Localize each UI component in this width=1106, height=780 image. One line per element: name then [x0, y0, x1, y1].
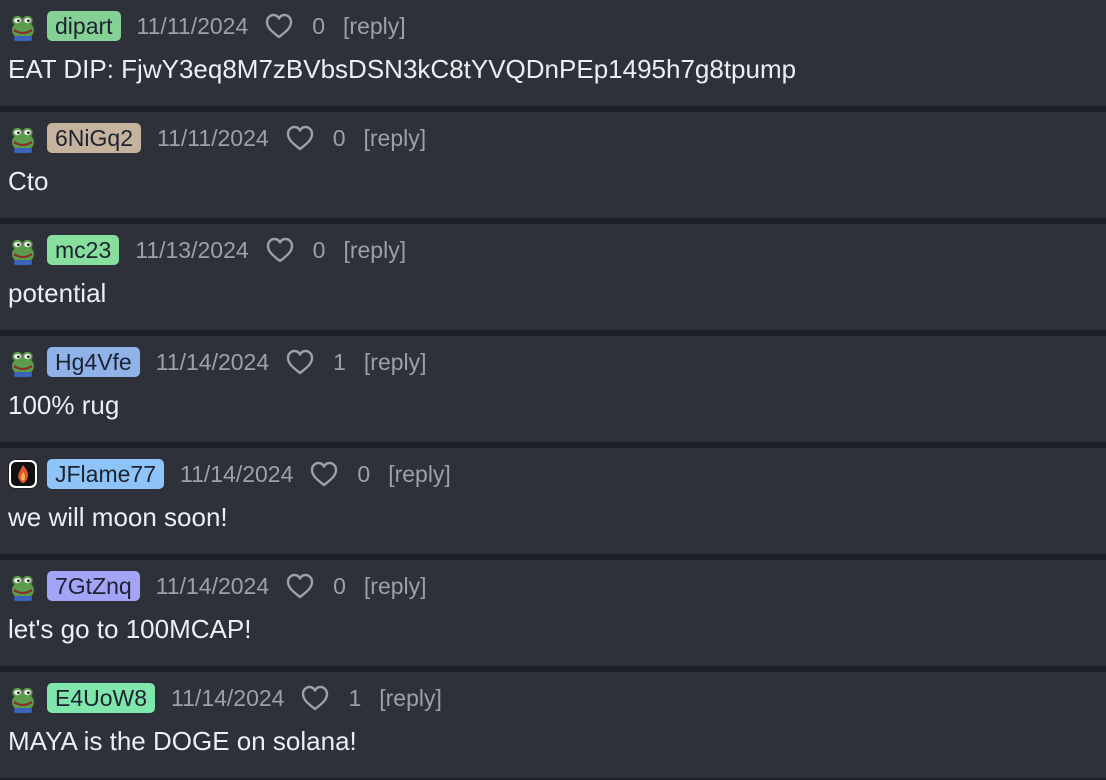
- comment-text: let's go to 100MCAP!: [8, 614, 252, 644]
- comment-meta: Hg4Vfe 11/14/2024 1 [reply]: [8, 346, 427, 378]
- username-badge[interactable]: 6NiGq2: [47, 123, 141, 153]
- like-count: 0: [312, 12, 326, 39]
- comment-date: 11/13/2024: [135, 236, 249, 263]
- heart-icon[interactable]: [264, 12, 294, 40]
- heart-icon[interactable]: [265, 236, 295, 264]
- username-badge[interactable]: dipart: [47, 11, 121, 41]
- comment: JFlame77 11/14/2024 0 [reply] we will mo…: [0, 448, 1106, 554]
- like-count: 0: [357, 460, 371, 487]
- reply-button[interactable]: [reply]: [379, 685, 442, 712]
- comment-meta: dipart 11/11/2024 0 [reply]: [8, 10, 406, 42]
- username-badge[interactable]: mc23: [47, 235, 120, 265]
- comment-date: 11/14/2024: [155, 572, 270, 599]
- reply-button[interactable]: [reply]: [364, 349, 427, 376]
- reply-button[interactable]: [reply]: [363, 125, 426, 152]
- comment: 7GtZnq 11/14/2024 0 [reply] let's go to …: [0, 560, 1106, 666]
- comment: dipart 11/11/2024 0 [reply] EAT DIP: Fjw…: [0, 0, 1106, 106]
- comment-text: 100% rug: [8, 390, 120, 420]
- username-badge[interactable]: E4UoW8: [47, 683, 156, 713]
- like-count: 0: [332, 124, 346, 151]
- comment: mc23 11/13/2024 0 [reply] potential: [0, 224, 1106, 330]
- pepe-avatar-icon[interactable]: [8, 683, 38, 713]
- heart-icon[interactable]: [285, 572, 315, 600]
- comment-meta: 6NiGq2 11/11/2024 0 [reply]: [8, 122, 426, 154]
- comment-text: EAT DIP: FjwY3eq8M7zBVbsDSN3kC8tYVQDnPEp…: [8, 54, 797, 84]
- username-badge[interactable]: Hg4Vfe: [47, 347, 140, 377]
- heart-icon[interactable]: [300, 684, 330, 712]
- comment-meta: mc23 11/13/2024 0 [reply]: [8, 234, 406, 266]
- flame-avatar-icon[interactable]: [8, 459, 38, 489]
- comment-date: 11/14/2024: [171, 684, 285, 711]
- pepe-avatar-icon[interactable]: [8, 571, 38, 601]
- reply-button[interactable]: [reply]: [343, 237, 406, 264]
- comment-meta: 7GtZnq 11/14/2024 0 [reply]: [8, 570, 427, 602]
- comment-date: 11/14/2024: [179, 460, 294, 487]
- like-count: 0: [333, 572, 346, 599]
- pepe-avatar-icon[interactable]: [8, 347, 38, 377]
- comment-date: 11/11/2024: [156, 124, 269, 151]
- pepe-avatar-icon[interactable]: [8, 123, 38, 153]
- comment: 6NiGq2 11/11/2024 0 [reply] Cto: [0, 112, 1106, 218]
- username-badge[interactable]: JFlame77: [47, 459, 164, 489]
- comment-text: potential: [8, 278, 107, 308]
- comment: Hg4Vfe 11/14/2024 1 [reply] 100% rug: [0, 336, 1106, 442]
- heart-icon[interactable]: [285, 124, 315, 152]
- reply-button[interactable]: [reply]: [388, 461, 451, 488]
- pepe-avatar-icon[interactable]: [8, 235, 38, 265]
- heart-icon[interactable]: [285, 348, 315, 376]
- like-count: 1: [348, 684, 362, 711]
- comment-text: Cto: [8, 166, 49, 196]
- comment-meta: JFlame77 11/14/2024 0 [reply]: [8, 458, 451, 490]
- username-badge[interactable]: 7GtZnq: [47, 571, 140, 601]
- reply-button[interactable]: [reply]: [343, 13, 406, 40]
- heart-icon[interactable]: [309, 460, 339, 488]
- comment: E4UoW8 11/14/2024 1 [reply] MAYA is the …: [0, 672, 1106, 778]
- comment-text: MAYA is the DOGE on solana!: [8, 726, 357, 756]
- like-count: 0: [312, 236, 326, 263]
- like-count: 1: [333, 348, 346, 375]
- pepe-avatar-icon[interactable]: [8, 11, 38, 41]
- comment-thread: dipart 11/11/2024 0 [reply] EAT DIP: Fjw…: [0, 0, 1106, 780]
- comment-meta: E4UoW8 11/14/2024 1 [reply]: [8, 682, 442, 714]
- comment-date: 11/14/2024: [155, 348, 270, 375]
- reply-button[interactable]: [reply]: [364, 573, 427, 600]
- comment-date: 11/11/2024: [136, 12, 249, 39]
- comment-text: we will moon soon!: [8, 502, 228, 532]
